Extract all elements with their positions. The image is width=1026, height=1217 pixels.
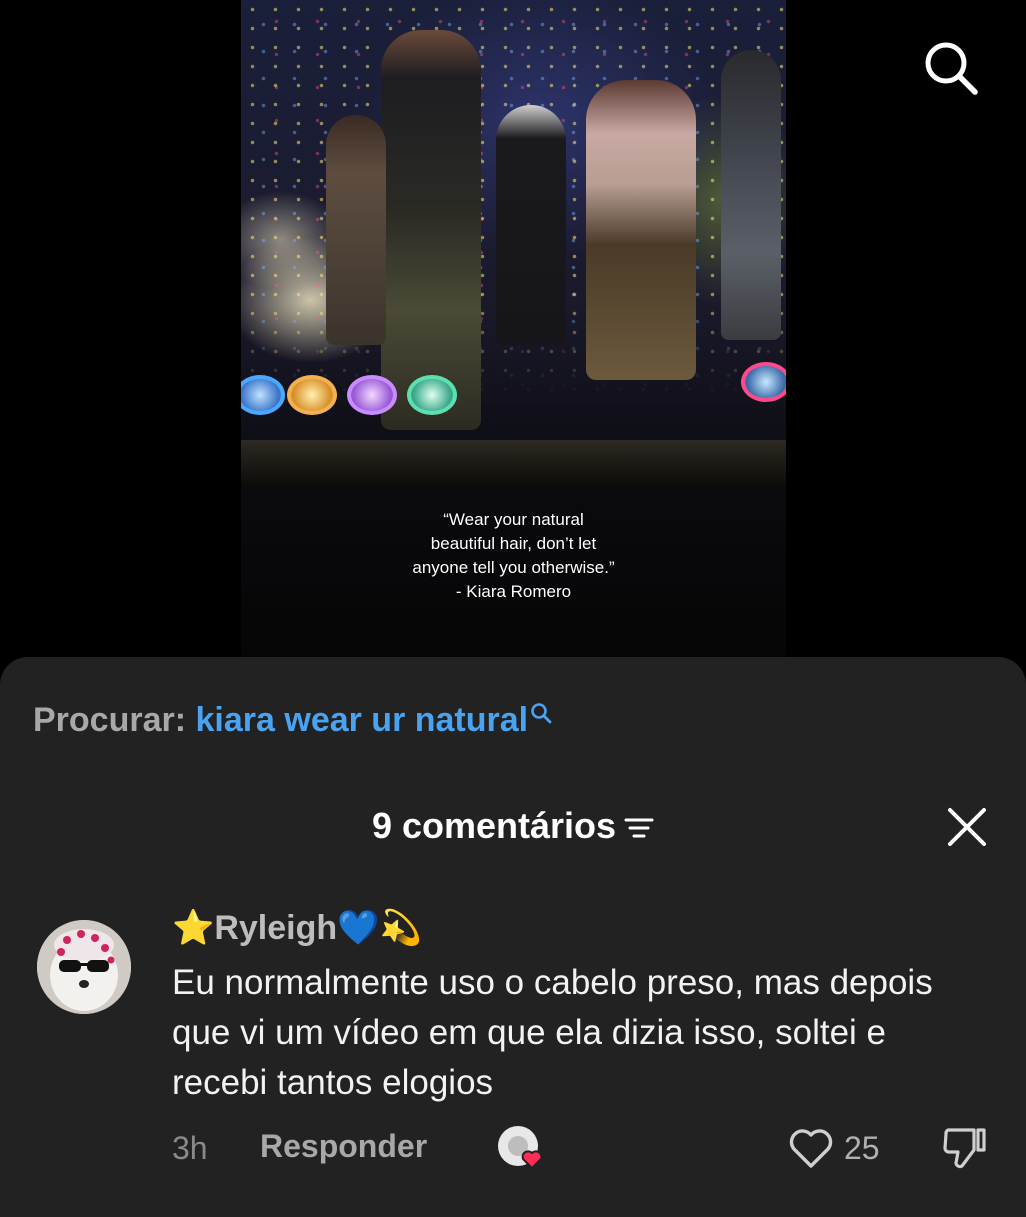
caption-line: beautiful hair, don’t let — [430, 534, 597, 553]
performer-figure — [721, 50, 781, 340]
creator-liked-icon — [496, 1124, 548, 1172]
comment-username[interactable]: ⭐Ryleigh💙💫 — [172, 908, 422, 948]
stage-light — [287, 375, 337, 415]
performer-figure — [326, 115, 386, 345]
username-prefix-emoji: ⭐ — [172, 909, 215, 947]
search-suggestion-query[interactable]: kiara wear ur natural — [196, 701, 529, 739]
heart-icon[interactable] — [788, 1126, 834, 1170]
caption-line: - Kiara Romero — [455, 582, 572, 601]
search-suggestion-label: Procurar: — [33, 701, 187, 739]
dislike-icon[interactable] — [940, 1124, 990, 1172]
comments-count-title: 9 comentários — [371, 805, 617, 846]
search-icon — [531, 703, 552, 724]
performer-figure — [381, 30, 481, 430]
caption-line: “Wear your natural — [443, 510, 584, 529]
like-count: 25 — [844, 1130, 880, 1166]
reply-button[interactable]: Responder — [260, 1128, 427, 1165]
username-suffix-emoji: 💙💫 — [337, 909, 422, 947]
avatar[interactable] — [37, 920, 131, 1014]
stage — [241, 440, 786, 485]
search-suggestion[interactable]: Procurar: kiara wear ur natural — [33, 701, 553, 740]
comment-time: 3h — [172, 1130, 208, 1166]
username-text: Ryleigh — [214, 909, 338, 947]
close-icon[interactable] — [945, 805, 989, 849]
caption-line: anyone tell you otherwise.” — [412, 558, 615, 577]
search-icon[interactable] — [920, 37, 980, 97]
performer-figure — [496, 105, 566, 345]
stage-light — [347, 375, 397, 415]
stage-light — [407, 375, 457, 415]
video-player[interactable]: “Wear your natural beautiful hair, don’t… — [241, 0, 786, 660]
comment-text: Eu normalmente uso o cabelo preso, mas d… — [172, 963, 933, 1102]
stage-light — [741, 362, 786, 402]
comments-header: 9 comentários — [0, 805, 1026, 847]
video-caption: “Wear your natural beautiful hair, don’t… — [241, 508, 786, 604]
performer-figure — [586, 80, 696, 380]
filter-icon[interactable] — [624, 815, 654, 841]
